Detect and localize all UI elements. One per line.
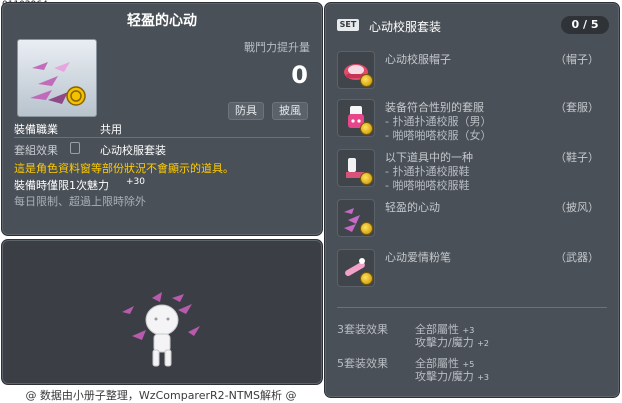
equip-bonus-value: +30 — [126, 177, 145, 187]
limit-note: 每日限制、超過上限時除外 — [14, 195, 146, 208]
bonus-stat-name: 攻擊力/魔力 — [415, 336, 474, 349]
coin-icon — [360, 74, 373, 87]
set-item-name: 心动校服帽子 — [385, 53, 451, 66]
shoes-icon — [337, 149, 375, 187]
bonus-stat-value: +2 — [477, 339, 490, 348]
divider — [14, 137, 310, 138]
set-item-name: 心动爱情粉笔 — [385, 251, 451, 264]
overall-icon — [337, 99, 375, 137]
character-preview-panel — [1, 239, 323, 385]
set-item-category: （武器） — [555, 251, 599, 264]
warning-text: 這是角色資料窗等部份狀況不會顯示的道具。 — [14, 162, 234, 175]
coin-icon — [360, 122, 373, 135]
bonus-3-label: 3套装效果 — [337, 323, 388, 336]
set-item-shoes: 以下道具中的一种 （鞋子） - 扑通扑通校服鞋 - 啪嗒啪嗒校服鞋 — [337, 149, 607, 193]
set-effect-label: 套組效果 — [14, 144, 58, 157]
equip-bonus-label: 裝備時僅限1次魅力 — [14, 179, 109, 192]
set-effect-value: 心动校服套装 — [100, 144, 166, 157]
set-title: 心动校服套装 — [369, 20, 442, 34]
power-label: 戰鬥力提升量 — [244, 41, 310, 54]
coin-icon — [360, 272, 373, 285]
bonus-5-label: 5套装效果 — [337, 357, 388, 370]
set-item-category: （鞋子） — [555, 151, 599, 164]
tag-armor: 防具 — [228, 102, 264, 120]
set-item-cape: 轻盈的心动 （披风） — [337, 199, 607, 239]
set-item-category: （披风） — [555, 201, 599, 214]
set-count: 0 / 5 — [561, 16, 609, 34]
job-value: 共用 — [100, 123, 122, 136]
item-name: 轻盈的心动 — [127, 13, 197, 29]
job-label: 裝備職業 — [14, 123, 58, 136]
power-value: 0 — [291, 61, 308, 89]
bonus-5-stat2: 攻擊力/魔力 +3 — [415, 368, 489, 384]
coin-icon — [360, 222, 373, 235]
chalk-icon — [337, 249, 375, 287]
set-lock-icon — [70, 142, 80, 154]
hat-icon — [337, 51, 375, 89]
set-item-sub: - 啪嗒啪嗒校服鞋 — [385, 179, 470, 192]
bonus-stat-value: +3 — [477, 373, 490, 382]
divider — [337, 307, 607, 308]
set-item-category: （套服） — [555, 101, 599, 114]
credit-footer: @ 数据由小册子整理，WzComparerR2-NTMS解析 @ — [25, 389, 297, 402]
coin-icon — [360, 172, 373, 185]
set-item-hat: 心动校服帽子 （帽子） — [337, 51, 607, 91]
set-badge: SET — [337, 19, 359, 31]
cape-icon — [337, 199, 375, 237]
bonus-stat-name: 攻擊力/魔力 — [415, 370, 474, 383]
bonus-3-stat2: 攻擊力/魔力 +2 — [415, 334, 489, 350]
item-tooltip-panel: 轻盈的心动 戰鬥力提升量 0 防具 披風 裝備職業 共用 套組效果 心动校服套装… — [1, 2, 323, 236]
set-item-weapon: 心动爱情粉笔 （武器） — [337, 249, 607, 289]
set-item-sub: - 啪嗒啪嗒校服（女） — [385, 129, 492, 142]
tag-cape: 披風 — [272, 102, 308, 120]
cape-sparkle-icon — [30, 62, 86, 106]
set-info-panel: SET 心动校服套装 0 / 5 心动校服帽子 （帽子） 装备符合性别的套服 （… — [324, 2, 620, 398]
character-preview-image — [122, 292, 200, 367]
set-item-name: 轻盈的心动 — [385, 201, 440, 214]
set-item-overall: 装备符合性别的套服 （套服） - 扑通扑通校服（男） - 啪嗒啪嗒校服（女） — [337, 99, 607, 143]
item-icon-box — [17, 39, 97, 117]
set-item-category: （帽子） — [555, 53, 599, 66]
